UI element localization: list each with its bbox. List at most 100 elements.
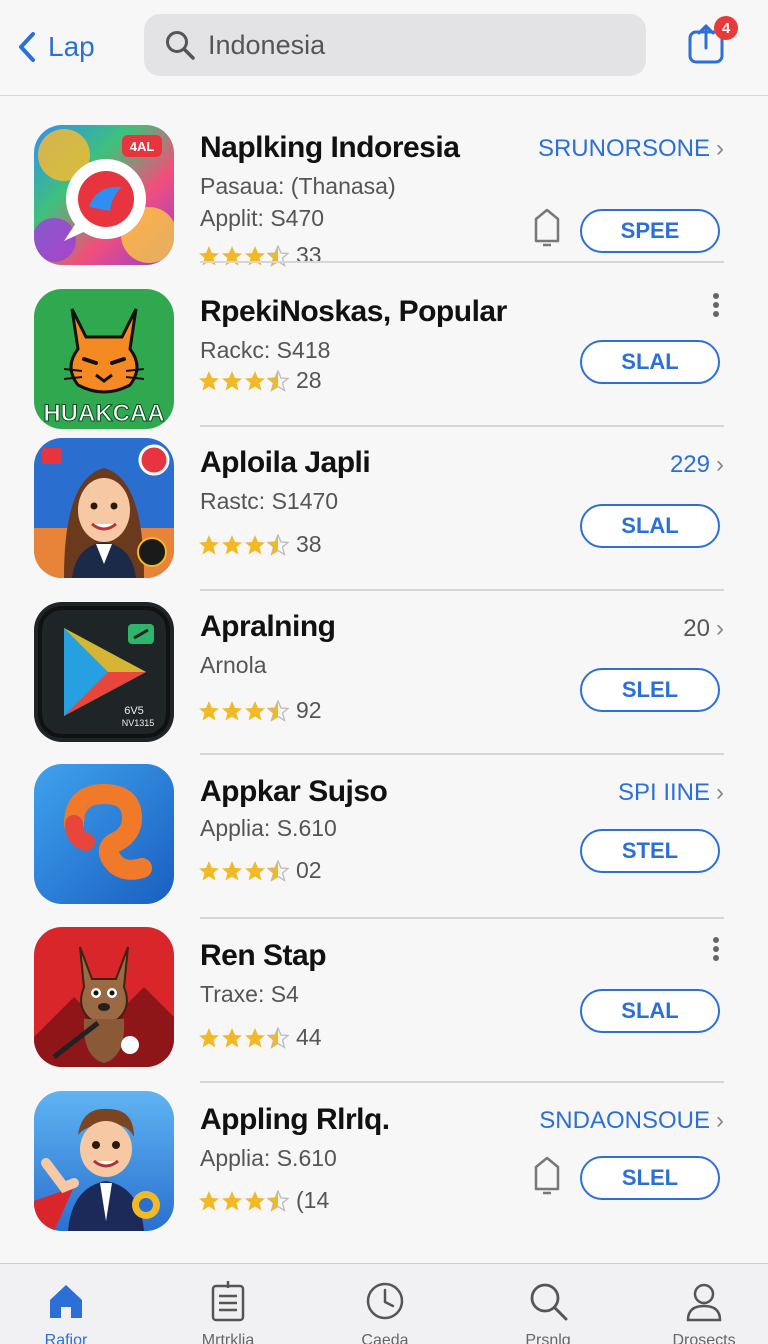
- get-button[interactable]: SPEE: [580, 209, 720, 253]
- more-options-icon[interactable]: [710, 293, 722, 317]
- star-icon: [222, 534, 242, 554]
- notification-badge: 4: [714, 16, 738, 40]
- star-rating: 02: [198, 857, 322, 884]
- list-item[interactable]: 4AL Naplking Indoresia Pasaua: (Thanasa)…: [0, 97, 768, 268]
- star-icon: [245, 370, 265, 390]
- woman-avatar-icon: [34, 438, 174, 578]
- get-button[interactable]: STEL: [580, 829, 720, 873]
- tab-profile[interactable]: Drosects: [644, 1280, 764, 1344]
- star-half-icon: [267, 699, 289, 722]
- back-label: Lap: [48, 31, 95, 62]
- app-title[interactable]: RpekiNoskas, Popular: [200, 295, 507, 329]
- tab-label: Rafior: [44, 1332, 88, 1344]
- app-subtitle: Pasaua: (Thanasa): [200, 173, 396, 199]
- get-button[interactable]: SLAL: [580, 504, 720, 548]
- home-icon: [50, 1285, 82, 1318]
- list-item[interactable]: Ren Stap Traxe: S4 44 SLAL: [0, 917, 768, 1083]
- rating-count: 28: [296, 367, 322, 393]
- bell-icon[interactable]: [532, 1155, 562, 1195]
- rating-count: 44: [296, 1024, 322, 1050]
- star-icon: [245, 1190, 265, 1210]
- tab-label: Caeda: [361, 1332, 409, 1344]
- cat-icon: HUAKCAA: [34, 289, 174, 429]
- rating-count: 38: [296, 531, 322, 557]
- get-button[interactable]: SLAL: [580, 340, 720, 384]
- app-title[interactable]: Apralning: [200, 610, 336, 644]
- tab-recent[interactable]: Caeda: [325, 1280, 445, 1344]
- star-half-icon: [267, 369, 289, 392]
- list-item[interactable]: Aploila Japli Rastc: S1470 38 229 › SLAL: [0, 425, 768, 591]
- chevron-right-icon: ›: [716, 135, 724, 162]
- developer-link-label: SRUNORSONE: [537, 135, 710, 162]
- app-title[interactable]: Ren Stap: [200, 939, 327, 973]
- star-icon: [245, 534, 265, 554]
- tab-label: Mrtrklia: [201, 1332, 255, 1344]
- app-title[interactable]: Appling Rlrlq.: [200, 1103, 390, 1137]
- star-icon: [222, 860, 242, 880]
- top-bar: Lap 4: [0, 0, 768, 96]
- app-category: Applit: S470: [200, 205, 325, 231]
- get-button[interactable]: SLEL: [580, 1156, 720, 1200]
- tab-lists[interactable]: Mrtrklia: [168, 1280, 288, 1344]
- star-icon: [199, 1190, 219, 1210]
- star-icon: [199, 534, 219, 554]
- developer-link[interactable]: SRUNORSONE ›: [538, 135, 724, 163]
- app-list: 4AL Naplking Indoresia Pasaua: (Thanasa)…: [0, 97, 768, 1245]
- search-bar[interactable]: [144, 14, 646, 76]
- star-icon: [222, 1027, 242, 1047]
- app-subtitle: Arnola: [200, 652, 267, 678]
- svg-text:6V5: 6V5: [124, 705, 144, 717]
- search-icon: [530, 1283, 568, 1321]
- back-button[interactable]: Lap: [14, 26, 95, 68]
- star-half-icon: [267, 859, 289, 882]
- app-title[interactable]: Appkar Sujso: [200, 775, 388, 809]
- clock-icon: [366, 1282, 404, 1320]
- clipboard-icon: [211, 1281, 245, 1322]
- developer-link-label: SNDAONSOUE: [539, 1107, 710, 1134]
- search-input[interactable]: [208, 29, 628, 61]
- app-subtitle: Rackc: S418: [200, 337, 331, 363]
- list-item[interactable]: Appkar Sujso Applia: S.610 02 SPI IINE › …: [0, 753, 768, 919]
- tab-label: Prsnlg: [525, 1332, 571, 1344]
- list-item[interactable]: HUAKCAA RpekiNoskas, Popular Rackc: S418…: [0, 261, 768, 429]
- star-icon: [222, 700, 242, 720]
- star-half-icon: [267, 1026, 289, 1049]
- app-subtitle: Applia: S.610: [200, 815, 337, 841]
- star-rating: 92: [198, 697, 322, 724]
- hook-icon: [34, 764, 174, 904]
- developer-link[interactable]: SNDAONSOUE ›: [539, 1107, 724, 1135]
- developer-link[interactable]: 20 ›: [683, 615, 724, 643]
- star-icon: [199, 370, 219, 390]
- more-options-icon[interactable]: [710, 937, 722, 961]
- tab-home[interactable]: Rafior: [6, 1280, 126, 1344]
- tab-search[interactable]: Prsnlg: [488, 1280, 608, 1344]
- developer-link[interactable]: 229 ›: [670, 451, 724, 479]
- star-rating: 38: [198, 531, 322, 558]
- developer-link[interactable]: SPI IINE ›: [618, 779, 724, 807]
- person-icon: [686, 1283, 722, 1322]
- app-title[interactable]: Naplking Indoresia: [200, 131, 460, 165]
- list-item[interactable]: Appling Rlrlq. Applia: S.610 (14 SNDAONS…: [0, 1081, 768, 1245]
- app-subtitle: Rastc: S1470: [200, 488, 339, 514]
- developer-link-label: SPI IINE: [617, 779, 710, 806]
- list-item[interactable]: 6V5 NV1315 Apralning Arnola 92 20 › SLEL: [0, 589, 768, 755]
- star-icon: [199, 860, 219, 880]
- chevron-right-icon: ›: [716, 1107, 724, 1134]
- developer-link-label: 20: [683, 615, 710, 642]
- chevron-right-icon: ›: [716, 615, 724, 642]
- icon-text: HUAKCAA: [43, 400, 164, 427]
- businessman-avatar-icon: [34, 1091, 174, 1231]
- rating-count: 02: [296, 857, 322, 883]
- star-rating: 28: [198, 367, 322, 394]
- get-button[interactable]: SLAL: [580, 989, 720, 1033]
- app-subtitle: Applia: S.610: [200, 1145, 337, 1171]
- star-half-icon: [267, 533, 289, 556]
- svg-text:NV1315: NV1315: [122, 718, 155, 728]
- star-icon: [245, 1027, 265, 1047]
- star-icon: [222, 370, 242, 390]
- search-icon: [166, 31, 195, 60]
- developer-link-label: 229: [669, 451, 710, 478]
- bell-icon[interactable]: [532, 207, 562, 247]
- get-button[interactable]: SLEL: [580, 668, 720, 712]
- app-title[interactable]: Aploila Japli: [200, 446, 371, 480]
